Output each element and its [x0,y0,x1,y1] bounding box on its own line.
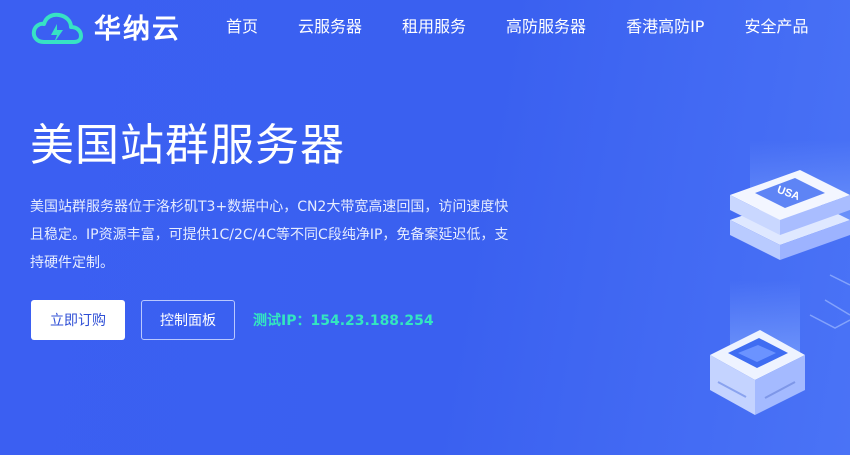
nav-security-products[interactable]: 安全产品 [744,17,808,37]
hero-title: 美国站群服务器 [30,120,345,171]
nav-ddos-server[interactable]: 高防服务器 [506,17,586,37]
hero-description: 美国站群服务器位于洛杉矶T3+数据中心，CN2大带宽高速回国，访问速度快且稳定。… [30,199,509,271]
buy-now-button[interactable]: 立即订购 [31,300,125,340]
server-illustration: USA [710,140,850,415]
control-panel-button[interactable]: 控制面板 [141,300,235,340]
test-ip-label: 测试IP： [253,313,311,329]
test-ip-value[interactable]: 154.23.188.254 [310,313,433,329]
main-nav: 首页 云服务器 租用服务 高防服务器 香港高防IP 安全产品 [226,17,808,37]
cloud-logo-icon [31,12,83,44]
nav-rental-service[interactable]: 租用服务 [402,17,466,37]
brand-logo[interactable]: 华纳云 [30,10,181,48]
brand-name: 华纳云 [94,13,181,45]
test-ip: 测试IP：154.23.188.254 [253,311,434,331]
nav-cloud-server[interactable]: 云服务器 [298,17,362,37]
nav-home[interactable]: 首页 [226,17,258,37]
nav-hk-ddos-ip[interactable]: 香港高防IP [626,17,704,37]
